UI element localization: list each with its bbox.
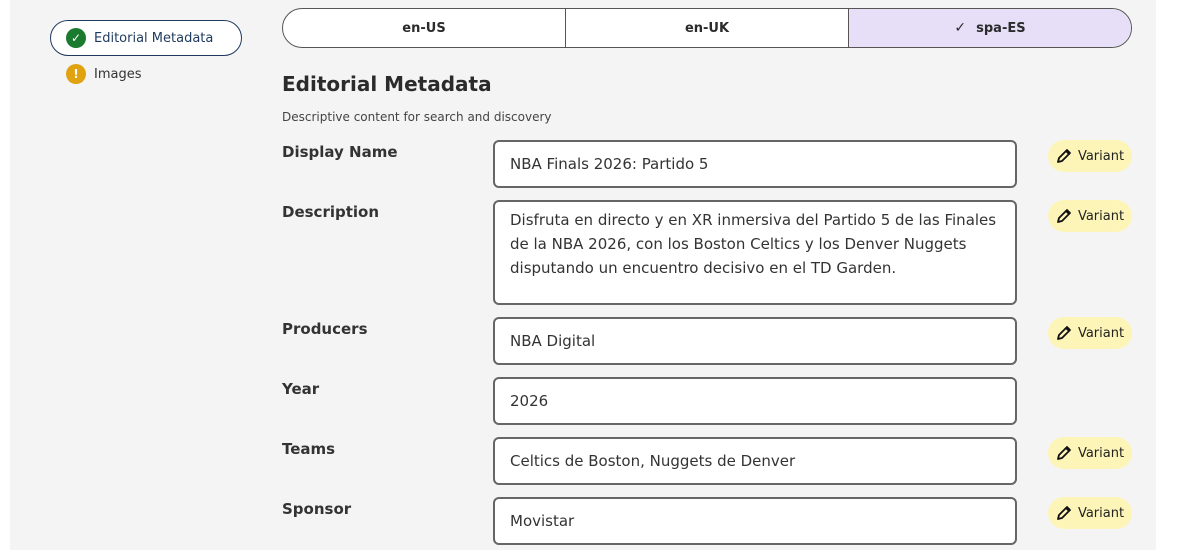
tab-en-us[interactable]: en-US [283, 9, 566, 47]
teams-label: Teams [282, 440, 336, 458]
year-label: Year [282, 380, 320, 398]
teams-field[interactable]: Celtics de Boston, Nuggets de Denver [493, 437, 1017, 485]
tab-label: en-UK [684, 20, 730, 36]
variant-label: Variant [1077, 505, 1125, 521]
exclamation-circle-icon: ! [66, 64, 86, 84]
variant-label: Variant [1077, 148, 1125, 164]
description-label: Description [282, 203, 380, 221]
variant-label: Variant [1077, 325, 1125, 341]
pencil-icon [1056, 148, 1072, 164]
tab-label: en-US [402, 20, 446, 36]
variant-label: Variant [1077, 445, 1125, 461]
section-title: Editorial Metadata [282, 72, 492, 96]
pencil-icon [1056, 505, 1072, 521]
section-subtitle: Descriptive content for search and disco… [282, 110, 552, 124]
tab-spa-es[interactable]: ✓ spa-ES [849, 9, 1131, 47]
producers-field[interactable]: NBA Digital [493, 317, 1017, 365]
teams-variant-button[interactable]: Variant [1048, 437, 1132, 469]
pencil-icon [1056, 208, 1072, 224]
variant-label: Variant [1077, 208, 1125, 224]
pencil-icon [1056, 445, 1072, 461]
producers-variant-button[interactable]: Variant [1048, 317, 1132, 349]
sidebar-item-images[interactable]: ! Images [66, 63, 142, 85]
description-variant-button[interactable]: Variant [1048, 200, 1132, 232]
display-name-variant-button[interactable]: Variant [1048, 140, 1132, 172]
sidebar-item-editorial-metadata[interactable]: ✓ Editorial Metadata [50, 20, 242, 56]
tab-label: spa-ES [976, 20, 1026, 36]
check-circle-icon: ✓ [66, 28, 86, 48]
tab-en-uk[interactable]: en-UK [566, 9, 849, 47]
description-field[interactable]: Disfruta en directo y en XR inmersiva de… [493, 200, 1017, 305]
sidebar-item-label: Images [94, 66, 142, 82]
producers-label: Producers [282, 320, 368, 338]
sidebar-item-label: Editorial Metadata [94, 30, 214, 46]
year-field[interactable]: 2026 [493, 377, 1017, 425]
sponsor-field[interactable]: Movistar [493, 497, 1017, 545]
display-name-field[interactable]: NBA Finals 2026: Partido 5 [493, 140, 1017, 188]
check-icon: ✓ [954, 20, 967, 36]
sponsor-label: Sponsor [282, 500, 352, 518]
sponsor-variant-button[interactable]: Variant [1048, 497, 1132, 529]
display-name-label: Display Name [282, 143, 398, 161]
pencil-icon [1056, 325, 1072, 341]
locale-tabs: en-US en-UK ✓ spa-ES [282, 8, 1132, 48]
